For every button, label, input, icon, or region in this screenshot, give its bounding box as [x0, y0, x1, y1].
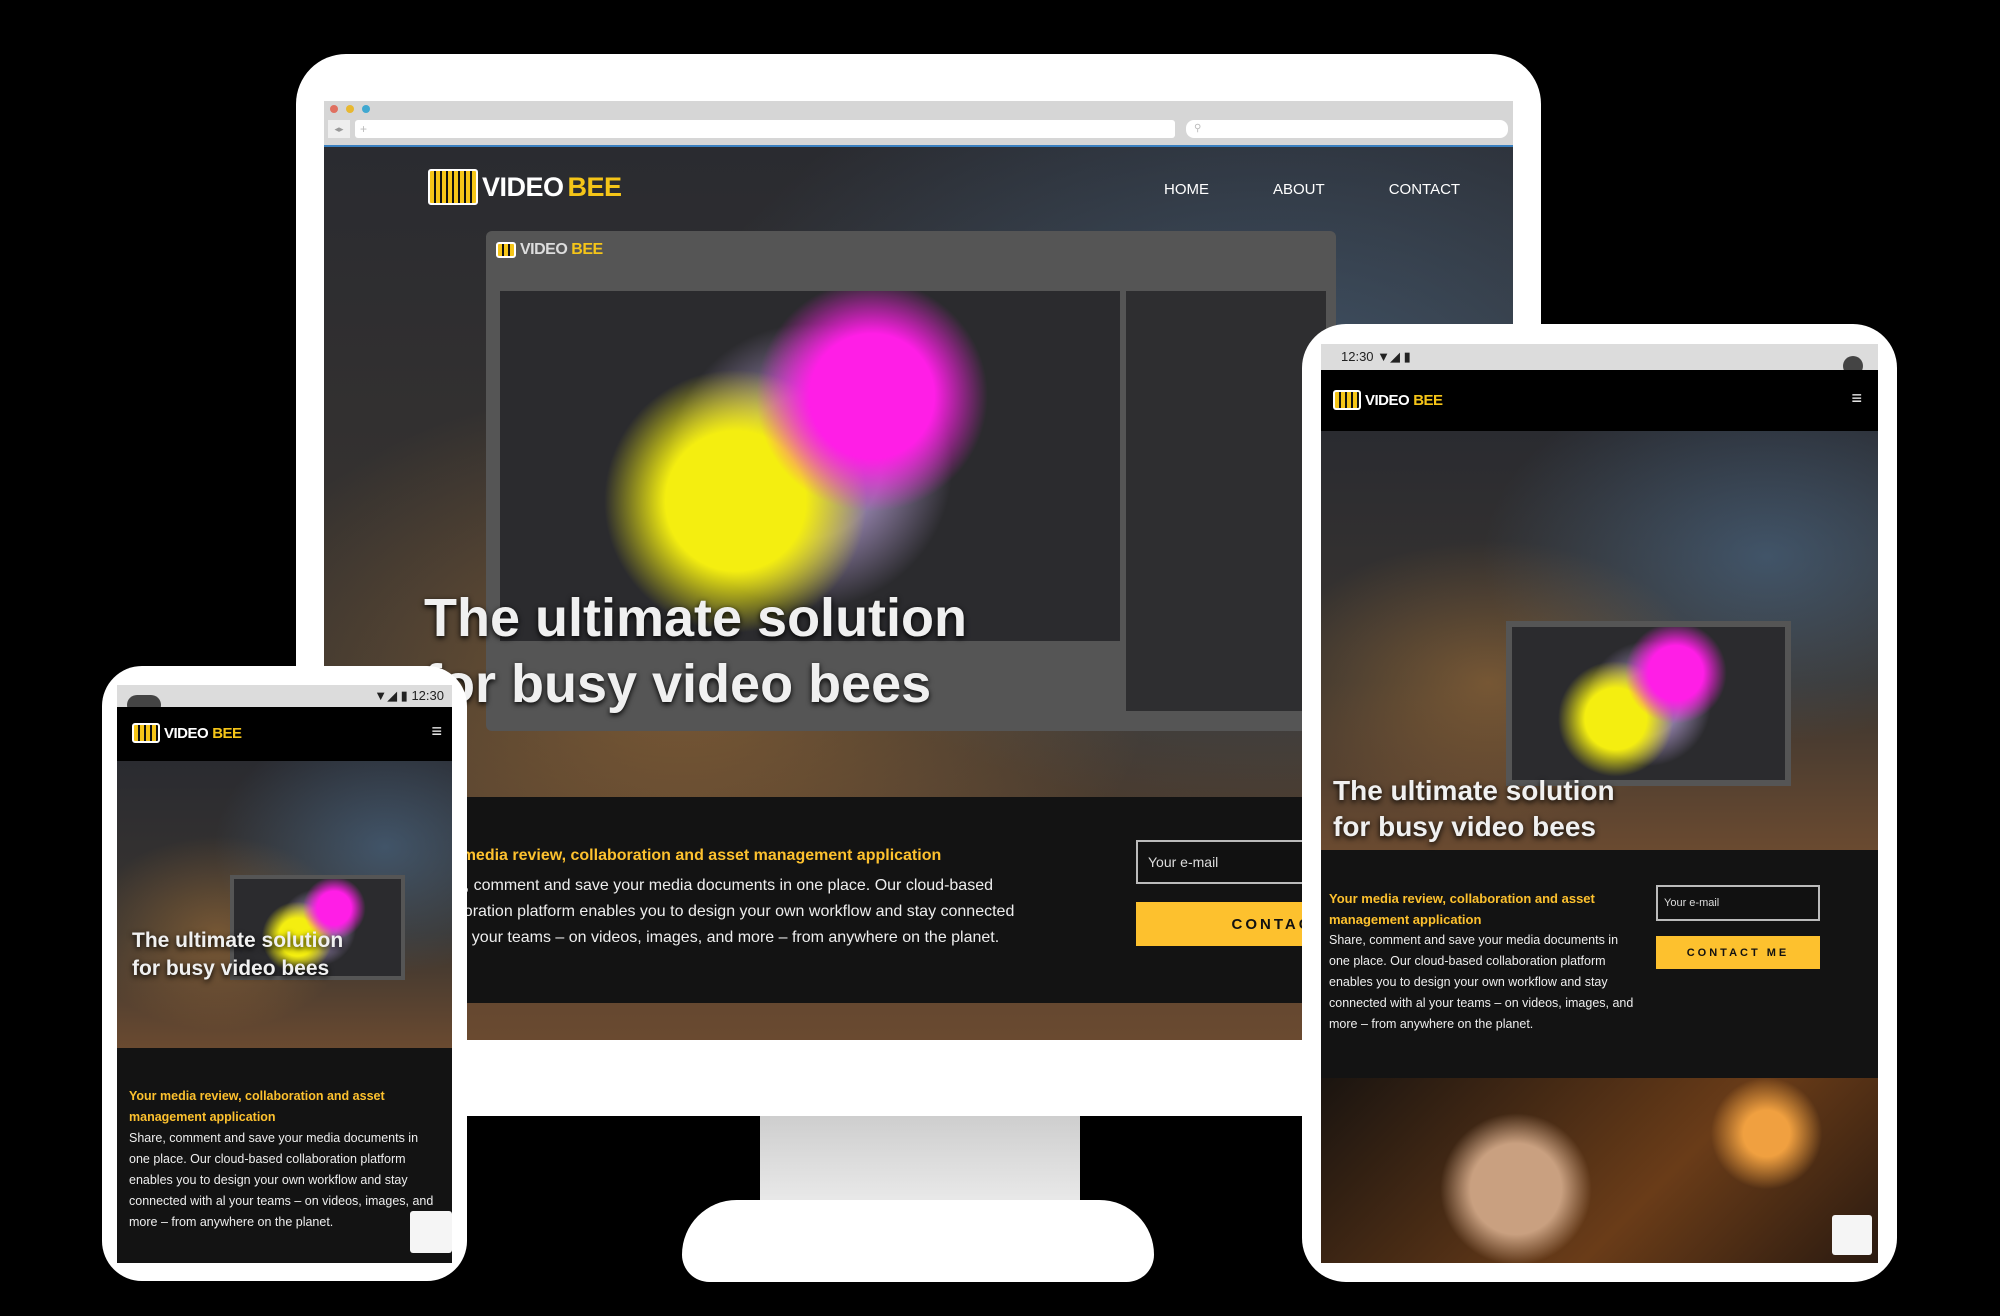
hero-title-line1: The ultimate solution — [424, 588, 968, 648]
close-dot-icon[interactable] — [330, 105, 338, 113]
tablet-body: Share, comment and save your media docum… — [1329, 933, 1634, 1031]
tablet-logo[interactable]: VIDEO BEE — [1333, 390, 1443, 410]
tablet-subtitle: Your media review, collaboration and ass… — [1329, 891, 1595, 927]
phone-logo[interactable]: VIDEO BEE — [132, 723, 242, 743]
phone-subtitle: Your media review, collaboration and ass… — [129, 1089, 385, 1124]
phone-hero: The ultimate solution for busy video bee… — [117, 761, 452, 1048]
bee-logo-icon — [428, 169, 478, 205]
hamburger-menu-icon[interactable]: ≡ — [431, 721, 442, 742]
tablet-hero: The ultimate solution for busy video bee… — [1321, 431, 1878, 850]
nav-contact[interactable]: CONTACT — [1389, 181, 1460, 198]
browser-search-bar[interactable]: ⚲ — [1186, 120, 1508, 138]
desktop-nav: HOME ABOUT CONTACT — [1164, 181, 1460, 198]
desktop-browser-chrome: ◂▸ + ⚲ — [324, 101, 1513, 145]
tablet-email-input[interactable]: Your e-mail — [1656, 885, 1820, 921]
hamburger-menu-icon[interactable]: ≡ — [1851, 388, 1862, 409]
desktop-stand-base — [682, 1200, 1154, 1282]
desktop-subtitle: Your media review, collaboration and ass… — [422, 847, 942, 864]
phone-hero-line2: for busy video bees — [132, 957, 330, 980]
tablet-screen: 12:30 ▼◢ ▮ VIDEO BEE ≡ The ultimate solut… — [1321, 344, 1878, 1263]
desktop-logo[interactable]: VIDEO BEE — [428, 169, 622, 205]
tablet-header: VIDEO BEE ≡ — [1321, 370, 1878, 431]
tablet-hero-line1: The ultimate solution — [1333, 775, 1615, 806]
phone-screen: ▼◢ ▮ 12:30 VIDEO BEE ≡ The ultimate solut… — [117, 685, 452, 1263]
address-bar[interactable]: + — [355, 120, 1175, 138]
recaptcha-badge[interactable] — [1832, 1215, 1872, 1255]
tablet-contact-button[interactable]: CONTACT ME — [1656, 936, 1820, 969]
hero-title-line2: for busy video bees — [424, 654, 932, 714]
nav-about[interactable]: ABOUT — [1273, 181, 1325, 198]
phone-status-bar: ▼◢ ▮ 12:30 — [117, 685, 452, 707]
nav-home[interactable]: HOME — [1164, 181, 1209, 198]
recaptcha-badge[interactable] — [410, 1211, 452, 1253]
phone-hero-line1: The ultimate solution — [132, 929, 344, 952]
back-forward-icon[interactable]: ◂▸ — [328, 120, 350, 138]
phone-header: VIDEO BEE ≡ — [117, 707, 452, 761]
phone-body: Share, comment and save your media docum… — [129, 1131, 434, 1229]
tablet-status-bar: 12:30 ▼◢ ▮ — [1321, 344, 1878, 370]
tablet-second-image — [1321, 1078, 1878, 1263]
tablet-hero-line2: for busy video bees — [1333, 811, 1596, 842]
desktop-body: Share, comment and save your media docum… — [422, 877, 1015, 946]
maximize-dot-icon[interactable] — [362, 105, 370, 113]
minimize-dot-icon[interactable] — [346, 105, 354, 113]
